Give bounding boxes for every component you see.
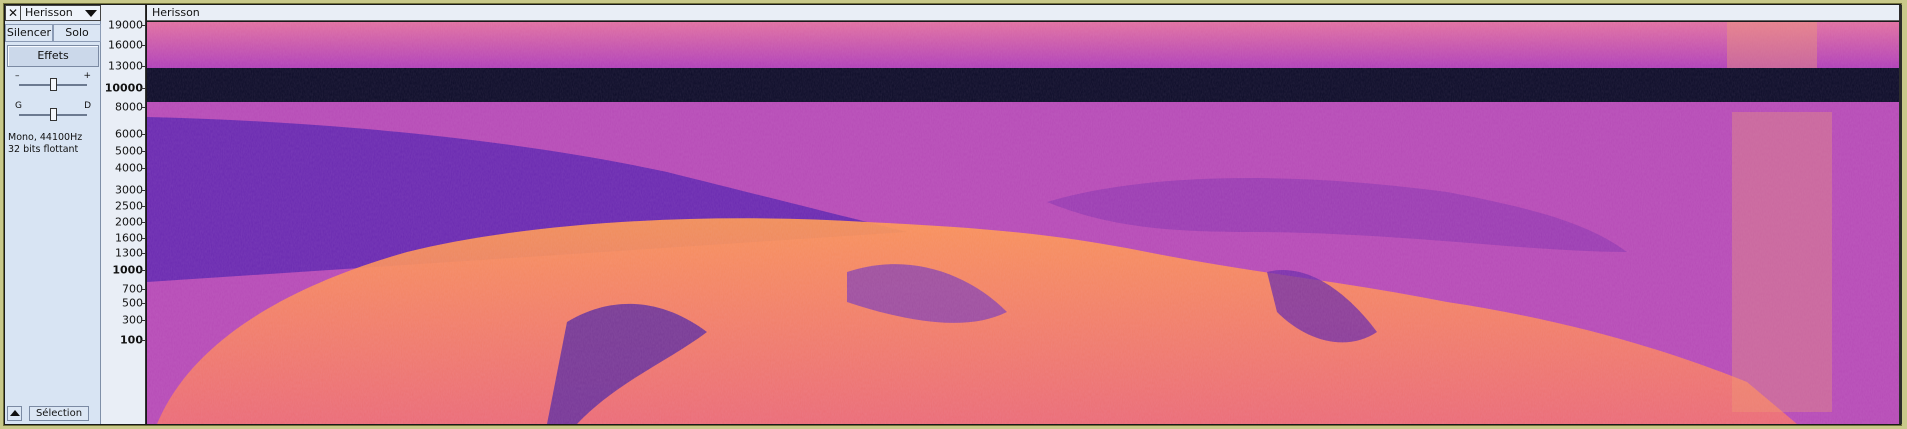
select-track-button[interactable]: Sélection [29, 406, 89, 421]
ruler-tick-mark [141, 66, 145, 67]
ruler-tick-label: 6000 [115, 127, 143, 141]
track-control-panel: ✕ Herisson Silencer Solo Effets – + G D … [5, 5, 101, 424]
collapse-up-icon[interactable] [7, 406, 22, 421]
pan-slider-thumb[interactable] [50, 108, 57, 121]
ruler-tick-mark [141, 25, 145, 26]
ruler-tick-mark [141, 168, 145, 169]
mute-solo-row: Silencer Solo [5, 24, 101, 42]
ruler-tick-label: 300 [122, 313, 143, 327]
ruler-tick-mark [141, 303, 145, 304]
ruler-tick-mark [141, 320, 145, 321]
ruler-tick-label: 10000 [104, 81, 143, 95]
ruler-tick-mark [141, 107, 145, 108]
mute-button[interactable]: Silencer [5, 24, 53, 42]
ruler-tick-mark [141, 45, 145, 46]
ruler-tick-mark [141, 340, 145, 341]
ruler-tick-mark [141, 238, 145, 239]
ruler-tick-label: 2000 [115, 215, 143, 229]
clip-title-bar[interactable]: Herisson [147, 5, 1899, 21]
ruler-tick-label: 4000 [115, 161, 143, 175]
spectrogram-image [147, 22, 1899, 424]
ruler-tick-label: 13000 [108, 59, 143, 73]
gain-slider-thumb[interactable] [50, 78, 57, 91]
ruler-tick-mark [141, 289, 145, 290]
track-format-info: Mono, 44100Hz 32 bits flottant [8, 132, 82, 156]
gain-minus-label: – [15, 71, 20, 81]
ruler-tick-mark [141, 190, 145, 191]
ruler-tick-label: 1600 [115, 231, 143, 245]
effects-button[interactable]: Effets [7, 45, 99, 67]
ruler-tick-label: 16000 [108, 38, 143, 52]
track-name-label: Herisson [25, 6, 73, 19]
frequency-ruler[interactable]: 19000 16000 13000 10000 8000 6000 5000 4000 3000… [101, 5, 146, 424]
ruler-tick-label: 100 [120, 333, 143, 347]
ruler-tick-label: 2500 [115, 199, 143, 213]
solo-button[interactable]: Solo [53, 24, 101, 42]
pan-right-label: D [84, 101, 91, 111]
ruler-tick-label: 700 [122, 282, 143, 296]
gain-slider[interactable]: – + [13, 71, 93, 93]
ruler-tick-label: 500 [122, 296, 143, 310]
ruler-tick-mark [141, 206, 145, 207]
clip-title: Herisson [152, 6, 200, 19]
track-bottom-bar: Sélection [7, 404, 99, 422]
ruler-tick-label: 8000 [115, 100, 143, 114]
track-title-bar: ✕ Herisson [5, 5, 101, 22]
track-format-text: 32 bits flottant [8, 144, 79, 155]
ruler-tick-label: 1300 [115, 246, 143, 260]
pan-slider[interactable]: G D [13, 101, 93, 123]
close-icon[interactable]: ✕ [5, 5, 21, 21]
spectrogram-view[interactable] [147, 22, 1899, 424]
gain-plus-label: + [83, 71, 91, 81]
spectrogram-noise [147, 22, 1899, 424]
ruler-tick-mark [141, 134, 145, 135]
ruler-tick-mark [141, 222, 145, 223]
track-rate-text: Mono, 44100Hz [8, 132, 83, 143]
ruler-tick-mark [141, 253, 145, 254]
pan-left-label: G [15, 101, 22, 111]
ruler-tick-label: 3000 [115, 183, 143, 197]
right-edge [1899, 5, 1902, 424]
ruler-tick-label: 1000 [112, 263, 143, 277]
ruler-tick-mark [141, 151, 145, 152]
ruler-tick-mark [141, 88, 145, 89]
track-name-menu-button[interactable]: Herisson [21, 5, 101, 21]
chevron-down-icon [85, 10, 97, 17]
ruler-tick-label: 19000 [108, 18, 143, 32]
ruler-tick-label: 5000 [115, 144, 143, 158]
ruler-tick-mark [141, 270, 145, 271]
